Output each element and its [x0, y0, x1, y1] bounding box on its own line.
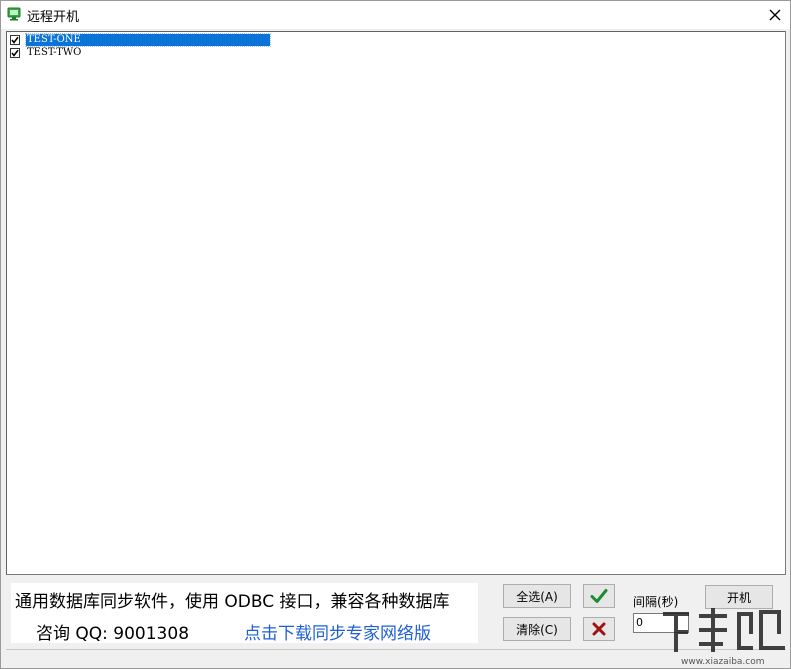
ad-panel: 通用数据库同步软件，使用 ODBC 接口，兼容各种数据库 咨询 QQ: 9001…: [11, 583, 478, 644]
close-icon: [769, 9, 781, 21]
close-button[interactable]: [760, 1, 790, 29]
computer-list[interactable]: TEST-ONE TEST-TWO: [6, 31, 786, 575]
ad-contact: 咨询 QQ: 9001308: [36, 624, 190, 644]
download-link[interactable]: 点击下载同步专家网络版: [244, 619, 431, 644]
item-checkbox[interactable]: [10, 48, 20, 58]
clear-button[interactable]: 清除(C): [503, 617, 571, 641]
checkmark-icon: [590, 589, 608, 603]
title-bar[interactable]: 远程开机: [1, 1, 790, 29]
cross-icon: [592, 622, 606, 636]
check-mark-icon: [11, 36, 19, 44]
ad-description: 通用数据库同步软件，使用 ODBC 接口，兼容各种数据库: [15, 592, 450, 612]
watermark-logo: www.xiazaiba.com: [663, 608, 785, 667]
remote-power-on-window: 远程开机 TEST-ONE TEST-TWO 通用数据库同步软件，使用 ODBC…: [0, 0, 791, 669]
select-all-button[interactable]: 全选(A): [503, 584, 571, 608]
svg-text:www.xiazaiba.com: www.xiazaiba.com: [681, 657, 765, 667]
monitor-icon: [7, 7, 21, 21]
ok-button[interactable]: [583, 584, 615, 608]
check-mark-icon: [11, 49, 19, 57]
window-title: 远程开机: [27, 10, 80, 25]
item-checkbox[interactable]: [10, 35, 20, 45]
item-label: TEST-ONE: [25, 33, 271, 47]
item-label: TEST-TWO: [27, 47, 82, 58]
cancel-button[interactable]: [583, 617, 615, 641]
list-item[interactable]: TEST-ONE: [10, 33, 271, 47]
list-item[interactable]: TEST-TWO: [10, 47, 82, 59]
